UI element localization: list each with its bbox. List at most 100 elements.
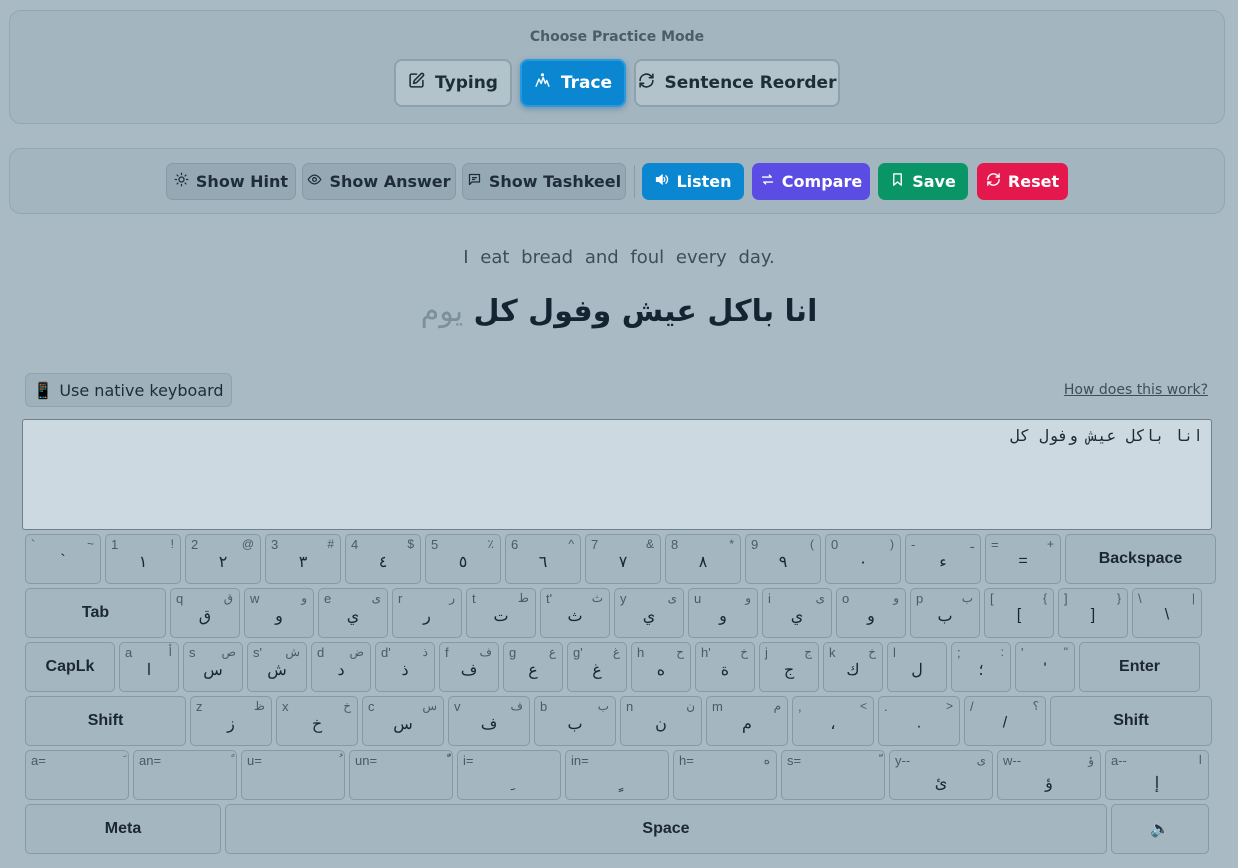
keyboard-key[interactable]: i ىي [762,588,832,638]
typing-input[interactable] [22,419,1212,530]
keyboard-key[interactable]: 4 $٤ [345,534,421,584]
keyboard-key[interactable]: 9 (٩ [745,534,821,584]
keyboard-key[interactable]: y-- ى ئ [889,750,993,800]
keyboard-key[interactable]: d' ذ ذ [375,642,435,692]
reset-button[interactable]: Reset [977,163,1068,200]
keyboard-key[interactable]: , < ، [792,696,874,746]
keyboard-key[interactable]: - ـ ء [905,534,981,584]
enter-key[interactable]: Enter [1079,642,1200,692]
keyboard-key[interactable]: jجج [759,642,819,692]
keyboard-key[interactable]: c سس [362,696,444,746]
edit-icon [408,72,425,94]
save-button[interactable]: Save [878,163,968,200]
key-latin-label: a [125,645,133,660]
key-arabic-label: غ [592,662,602,679]
keyboard-key[interactable]: lل [887,642,947,692]
keyboard-key[interactable]: x خ خ [276,696,358,746]
refresh-icon [638,72,655,94]
key-arabic-label: ٤ [378,554,388,571]
speaker-key[interactable]: 🔈 [1111,804,1209,854]
tab-key[interactable]: Tab [25,588,166,638]
keyboard-key[interactable]: h حه [631,642,691,692]
keyboard-key[interactable]: \ | \ [1132,588,1202,638]
keyboard-key[interactable]: s' ش ش [247,642,307,692]
keyboard-key[interactable]: u و و [688,588,758,638]
mode-typing-button[interactable]: Typing [394,59,512,107]
keyboard-key[interactable]: ]}] [1058,588,1128,638]
caplk-key[interactable]: CapLk [25,642,115,692]
keyboard-key[interactable]: w-- ؤ ؤ [997,750,1101,800]
keyboard-key[interactable]: n ن ن [620,696,702,746]
keyboard-key[interactable]: 8 * ٨ [665,534,741,584]
keyboard-key[interactable]: d ضد [311,642,371,692]
keyboard-key[interactable]: t طت [466,588,536,638]
key-arabic-label: ه [656,662,666,679]
keyboard-key[interactable]: a=َ [25,750,129,800]
keyboard-key[interactable]: z ظ ز [190,696,272,746]
keyboard-key[interactable]: pبب [910,588,980,638]
keyboard-key[interactable]: 3 #٣ [265,534,341,584]
keyboard-key[interactable]: / ؟ / [964,696,1046,746]
shift-key[interactable]: Shift [1050,696,1212,746]
keyboard-key[interactable]: y ىي [614,588,684,638]
shift-key[interactable]: Shift [25,696,186,746]
keyboard-key[interactable]: fفف [439,642,499,692]
keyboard-key[interactable]: ` ~ ` [25,534,101,584]
keyboard-key[interactable]: 1! ١ [105,534,181,584]
keyboard-key[interactable]: s صس [183,642,243,692]
use-native-keyboard-button[interactable]: 📱 Use native keyboard [25,373,232,407]
keyboard-key[interactable]: u=ُ [241,750,345,800]
show-tashkeel-button[interactable]: Show Tashkeel [462,163,626,200]
keyboard-key[interactable]: v فف [448,696,530,746]
compare-button[interactable]: Compare [752,163,870,200]
how-does-this-work-link[interactable]: How does this work? [1064,382,1208,398]
mode-trace-button[interactable]: Trace [520,59,626,107]
keyboard-key[interactable]: t' ث ث [540,588,610,638]
keyboard-key[interactable]: [{[ [984,588,1054,638]
keyboard-key[interactable]: r ر ر [392,588,462,638]
keyboard-key[interactable]: o و و [836,588,906,638]
keyboard-key[interactable]: = + = [985,534,1061,584]
keyboard-key[interactable]: an=ً [133,750,237,800]
keyboard-key[interactable]: b بب [534,696,616,746]
keyboard-key[interactable]: ' " ' [1015,642,1075,692]
keyboard-key[interactable]: wوو [244,588,314,638]
keyboard-key[interactable]: in=ٍ [565,750,669,800]
listen-button[interactable]: Listen [642,163,744,200]
keyboard-key[interactable]: gعع [503,642,563,692]
meta-key[interactable]: Meta [25,804,221,854]
key-shift-label: ن [686,699,695,713]
keyboard-key[interactable]: i=ِ [457,750,561,800]
keyboard-key[interactable]: m م م [706,696,788,746]
keyboard-key[interactable]: qقق [170,588,240,638]
keyboard-key[interactable]: 7 & ٧ [585,534,661,584]
keyboard-key[interactable]: 2 @٢ [185,534,261,584]
mode-sentence-reorder-button[interactable]: Sentence Reorder [634,59,840,107]
keyboard-key[interactable]: . >. [878,696,960,746]
show-hint-button[interactable]: Show Hint [166,163,296,200]
key-label: Shift [87,712,124,729]
key-shift-label: ~ [86,537,94,551]
backspace-key[interactable]: Backspace [1065,534,1216,584]
keyboard-key[interactable]: 6 ^ ٦ [505,534,581,584]
save-label: Save [912,172,956,191]
show-answer-button[interactable]: Show Answer [302,163,456,200]
keyboard-key[interactable]: k خك [823,642,883,692]
keyboard-key[interactable]: 5 ٪ ٥ [425,534,501,584]
keyboard-key[interactable]: g' غ غ [567,642,627,692]
arabic-remaining-text: يوم [420,294,464,329]
keyboard-key[interactable]: ;: ؛ [951,642,1011,692]
keyboard-key[interactable]: e ىي [318,588,388,638]
key-latin-label: n [626,699,634,714]
space-key[interactable]: Space [225,804,1107,854]
keyboard-key[interactable]: 0) ٠ [825,534,901,584]
keyboard-key[interactable]: s=ّ [781,750,885,800]
keyboard-key[interactable]: h= ه [673,750,777,800]
keyboard-key[interactable]: un=ٌّ [349,750,453,800]
keyboard-key[interactable]: a أ ا [119,642,179,692]
keyboard-key[interactable]: h' خ ة [695,642,755,692]
key-latin-label: m [712,699,723,714]
key-shift-label: غ [612,645,620,659]
keyboard-key[interactable]: a-- ا إ [1105,750,1209,800]
key-latin-label: g' [573,645,583,660]
